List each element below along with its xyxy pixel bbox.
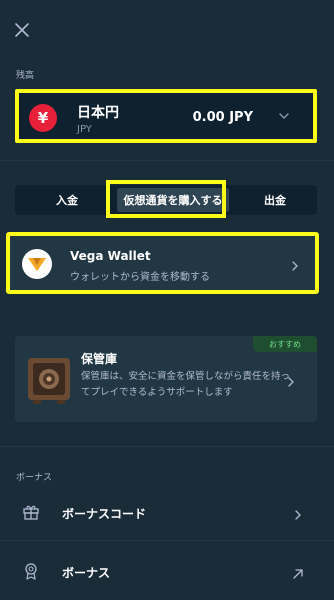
- arrow-up-right-icon: [292, 565, 304, 579]
- balance-amount: 0.00 JPY: [192, 110, 253, 125]
- currency-selector[interactable]: ¥ 日本円 JPY 0.00 JPY: [15, 89, 317, 143]
- tab-withdraw[interactable]: 出金: [233, 188, 317, 212]
- recommended-badge: おすすめ: [253, 336, 317, 352]
- vega-wallet-subtitle: ウォレットから資金を移動する: [70, 272, 210, 283]
- vault-safe-icon: [25, 354, 73, 406]
- medal-icon: [22, 562, 40, 580]
- bonus-row[interactable]: ボーナス: [0, 547, 334, 595]
- divider: [0, 160, 334, 161]
- currency-code: JPY: [77, 124, 92, 135]
- bonus-code-row[interactable]: ボーナスコード: [0, 488, 334, 536]
- bonus-code-label: ボーナスコード: [62, 507, 147, 521]
- currency-name: 日本円: [77, 105, 119, 121]
- yen-icon: ¥: [29, 104, 57, 132]
- divider: [0, 446, 334, 447]
- bonus-label: ボーナス: [62, 566, 111, 580]
- divider: [0, 540, 334, 541]
- vault-title: 保管庫: [81, 352, 118, 366]
- vega-wallet-title: Vega Wallet: [70, 249, 151, 263]
- vega-wallet-button[interactable]: Vega Wallet ウォレットから資金を移動する: [6, 232, 319, 294]
- chevron-right-icon: [289, 257, 301, 271]
- chevron-right-icon: [285, 373, 297, 387]
- vault-description: 保管庫は、安全に資金を保管しながら責任を持ってプレイできるようサポートします: [81, 371, 291, 398]
- vega-logo-icon: [22, 249, 52, 279]
- gift-icon: [22, 503, 40, 521]
- tab-deposit[interactable]: 入金: [19, 188, 115, 212]
- balance-section-label: 残高: [16, 71, 35, 81]
- chevron-down-icon: [277, 108, 291, 122]
- bonus-section-label: ボーナス: [16, 473, 53, 483]
- buy-crypto-highlight: [106, 180, 226, 218]
- close-icon[interactable]: [12, 20, 32, 40]
- chevron-right-icon: [292, 506, 304, 520]
- vault-card[interactable]: おすすめ 保管庫 保管庫は、安全に資金を保管しながら責任を持ってプレイできるよう…: [15, 336, 317, 422]
